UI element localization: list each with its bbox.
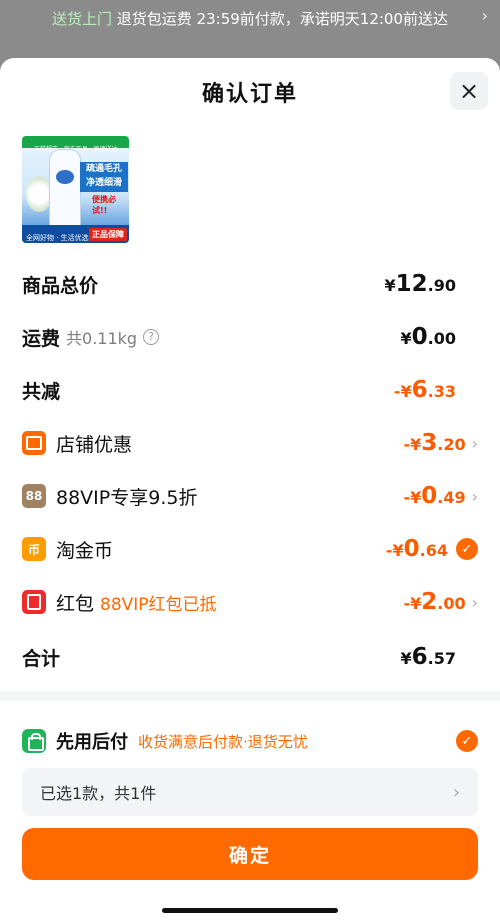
shipping-amount: ¥0.00 <box>400 324 457 350</box>
chevron-right-icon: › <box>471 592 478 612</box>
cotton-flower-graphic <box>26 176 52 212</box>
home-indicator <box>162 908 338 913</box>
total-label: 合计 <box>22 647 61 670</box>
coins-label: 淘金币 <box>56 539 114 562</box>
red-packet-icon <box>22 590 46 614</box>
total-discount-amount: -¥6.33 <box>393 377 456 403</box>
shipping-row: 运费 共0.11kg ? ¥0.00 <box>22 322 478 352</box>
store-discount-label: 店铺优惠 <box>56 433 133 456</box>
product-image-badge: 正品保障 <box>89 228 127 241</box>
vip-88-icon: 88 <box>22 484 46 508</box>
shipping-label: 运费 <box>22 327 61 350</box>
subtotal-label: 商品总价 <box>22 274 99 297</box>
sku-selector[interactable]: 已选1款，共1件 › <box>22 768 478 816</box>
red-packet-amount: -¥2.00 <box>403 589 466 615</box>
vip-discount-row[interactable]: 88 88VIP专享9.5折 -¥0.49 › <box>22 481 478 511</box>
red-packet-note: 88VIP红包已抵 <box>100 594 217 615</box>
sheet-header: 确认订单 × <box>0 58 500 122</box>
backdrop-delivery-banner: 送货上门 退货包运费 23:59前付款，承诺明天12:00前送达 › <box>0 0 500 60</box>
sku-summary: 已选1款，共1件 <box>40 784 157 803</box>
chevron-right-icon: › <box>471 433 478 453</box>
total-discount-label: 共减 <box>22 380 61 403</box>
product-image-bottom-text: 全网好物 · 生活优选 <box>26 234 89 242</box>
help-icon[interactable]: ? <box>143 329 160 345</box>
red-packet-row[interactable]: 红包 88VIP红包已抵 -¥2.00 › <box>22 587 478 617</box>
subtotal-amount: ¥12.90 <box>384 271 457 297</box>
pay-later-row[interactable]: 先用后付 收货满意后付款·退货无忧 ✓ <box>22 726 478 756</box>
total-discount-row: 共减 -¥6.33 <box>22 375 478 405</box>
coins-amount: -¥0.64 <box>385 536 448 562</box>
section-divider <box>0 691 500 701</box>
delivery-text: 退货包运费 23:59前付款，承诺明天12:00前送达 <box>116 10 449 28</box>
red-packet-label: 红包 <box>56 592 95 615</box>
pay-later-subtitle: 收货满意后付款·退货无忧 <box>138 732 308 751</box>
close-button[interactable]: × <box>450 72 488 110</box>
vip-discount-amount: -¥0.49 <box>403 483 466 509</box>
pay-later-checkbox[interactable]: ✓ <box>456 730 478 752</box>
chevron-right-icon: › <box>481 6 488 25</box>
page-title: 确认订单 <box>201 82 298 107</box>
delivery-tag: 送货上门 <box>52 10 113 28</box>
pay-later-label: 先用后付 <box>56 732 128 753</box>
store-icon <box>22 431 46 455</box>
vip-discount-label: 88VIP专享9.5折 <box>56 486 198 509</box>
store-discount-amount: -¥3.20 <box>403 430 466 456</box>
total-row: 合计 ¥6.57 <box>22 642 478 672</box>
bottle-graphic <box>50 150 80 228</box>
shopping-bag-icon <box>22 729 46 753</box>
chevron-right-icon: › <box>452 781 460 803</box>
confirm-button[interactable]: 确定 <box>22 828 478 880</box>
product-thumbnail[interactable]: 天猫超市 · 官方正品 · 极速送达 疏通毛孔 净透细滑 便携必试!! 全网好物… <box>22 136 129 243</box>
chevron-right-icon: › <box>471 486 478 506</box>
coins-checkbox[interactable]: ✓ <box>456 538 478 560</box>
coin-icon: 币 <box>22 537 46 561</box>
confirm-order-sheet: 确认订单 × 天猫超市 · 官方正品 · 极速送达 疏通毛孔 净透细滑 便携必试… <box>0 58 500 924</box>
subtotal-row: 商品总价 ¥12.90 <box>22 269 478 299</box>
product-image-headline: 疏通毛孔 净透细滑 <box>80 162 128 192</box>
coins-row[interactable]: 币 淘金币 -¥0.64 ✓ <box>22 534 478 564</box>
product-image-tagline: 便携必试!! <box>92 195 116 215</box>
store-discount-row[interactable]: 店铺优惠 -¥3.20 › <box>22 428 478 458</box>
shipping-weight: 共0.11kg <box>66 329 138 348</box>
close-icon: × <box>458 77 480 105</box>
total-amount: ¥6.57 <box>400 644 457 670</box>
